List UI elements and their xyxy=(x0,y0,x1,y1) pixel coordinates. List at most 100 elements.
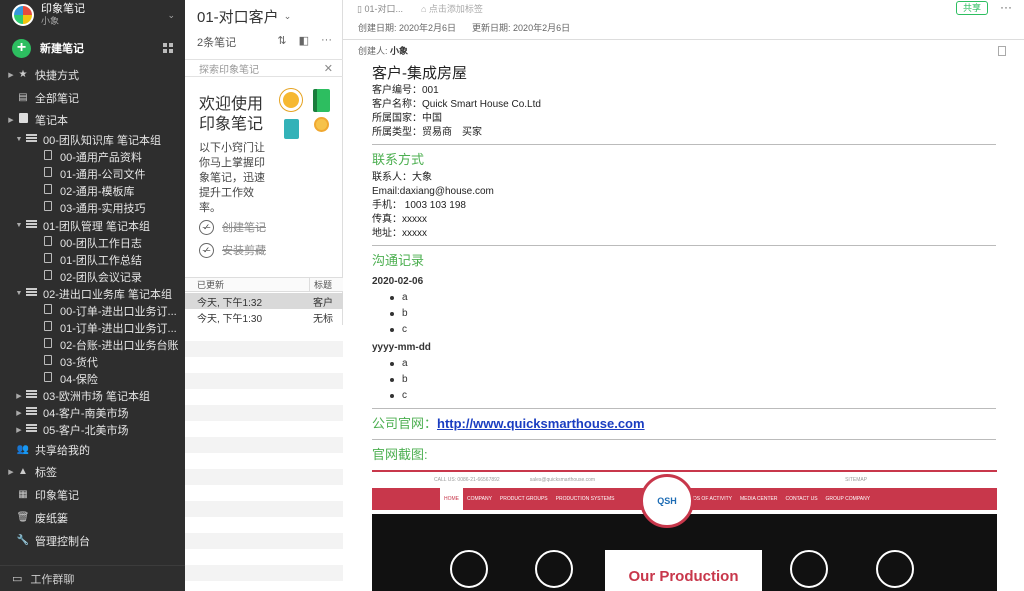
view-toggle-icon[interactable]: ◧ xyxy=(299,34,309,47)
sidebar-item-label: 04-客户-南美市场 xyxy=(43,407,129,420)
work-chat-label: 工作群聊 xyxy=(30,573,75,586)
task-create-note-label: 创建笔记 xyxy=(222,222,266,234)
col-title[interactable]: 标题 xyxy=(309,278,332,291)
list-item: a xyxy=(372,290,995,306)
sidebar-item-4[interactable]: 00-通用产品资料 xyxy=(0,148,185,165)
stack-icon xyxy=(24,220,38,231)
account-switcher[interactable]: 印象笔记 小象 ⌄ xyxy=(0,0,185,30)
note-dates: 创建日期: 2020年2月6日 更新日期: 2020年2月6日 xyxy=(343,16,1024,40)
hero-circle xyxy=(450,550,488,588)
sort-icon[interactable]: ⇅ xyxy=(277,34,286,47)
sidebar-item-0[interactable]: ▶ ★ 快捷方式 xyxy=(0,66,185,83)
task-install-clipper[interactable]: ✓ 安装剪藏 xyxy=(199,242,266,258)
notebook-selector[interactable]: ▯ 01-对口... xyxy=(357,2,403,15)
sidebar-item-6[interactable]: 02-通用-模板库 xyxy=(0,182,185,199)
notebook-icon xyxy=(313,89,330,112)
sidebar-item-7[interactable]: 03-通用-实用技巧 xyxy=(0,199,185,216)
col-updated[interactable]: 已更新 xyxy=(185,278,309,291)
table-row[interactable]: 今天, 下午1:30 无标 xyxy=(185,309,343,325)
trash-icon: 🗑 xyxy=(16,512,30,523)
sidebar-item-label: 00-通用产品资料 xyxy=(60,151,142,164)
website-link[interactable]: http://www.quicksmarthouse.com xyxy=(437,416,645,431)
sidebar-item-18[interactable]: ▶ 03-欧洲市场 笔记本组 xyxy=(0,387,185,404)
sidebar-item-16[interactable]: 03-货代 xyxy=(0,353,185,370)
stack-icon xyxy=(24,134,38,145)
site-nav-item: CONTACT US xyxy=(785,496,818,502)
note-body[interactable]: 客户-集成房屋 客户编号：001 客户名称：Quick Smart House C… xyxy=(343,64,996,466)
sidebar-item-label: 00-订单-进出口业务订... xyxy=(60,305,177,318)
sidebar-item-label: 共享给我的 xyxy=(35,444,90,457)
notebook-icon xyxy=(16,113,30,126)
sidebar-item-23[interactable]: ▦ 印象笔记 xyxy=(0,486,185,503)
sidebar-item-10[interactable]: 01-团队工作总结 xyxy=(0,251,185,268)
wrench-icon: 🔧 xyxy=(16,535,30,546)
site-nav-item: PRODUCT GROUPS xyxy=(499,496,548,502)
note-icon xyxy=(41,236,55,249)
task-create-note[interactable]: ✓ 创建笔记 xyxy=(199,219,266,235)
note-title[interactable]: 客户-集成房屋 xyxy=(372,64,995,84)
tag-icon: ▲ xyxy=(18,466,28,477)
sidebar-item-label: 03-欧洲市场 笔记本组 xyxy=(43,390,150,403)
expand-down-icon[interactable]: ▼ xyxy=(14,222,24,229)
expand-right-icon[interactable]: ▶ xyxy=(14,426,24,434)
add-tag[interactable]: ⌂ 点击添加标签 xyxy=(421,2,483,15)
note-icon xyxy=(41,201,55,214)
expand-right-icon[interactable]: ▶ xyxy=(14,392,24,400)
welcome-desc: 以下小窍门让你马上掌握印象笔记，迅速提升工作效率。 xyxy=(199,142,265,214)
expand-right-icon[interactable]: ▶ xyxy=(6,116,16,124)
work-chat-footer[interactable]: ▭ 工作群聊 xyxy=(0,565,185,591)
avatar xyxy=(12,4,34,26)
expand-down-icon[interactable]: ▼ xyxy=(14,136,24,143)
sidebar-item-19[interactable]: ▶ 04-客户-南美市场 xyxy=(0,404,185,421)
list-item: a xyxy=(372,356,995,372)
page-icon[interactable] xyxy=(998,46,1006,56)
sidebar-item-label: 印象笔记 xyxy=(35,489,79,502)
sidebar-item-17[interactable]: 04-保险 xyxy=(0,370,185,387)
expand-right-icon[interactable]: ▶ xyxy=(6,468,16,476)
author-label: 创建人: xyxy=(358,45,388,56)
sidebar-item-8[interactable]: ▼ 01-团队管理 笔记本组 xyxy=(0,217,185,234)
website-screenshot: CALL US: 0086-21-66567892 sales@quicksma… xyxy=(372,470,997,591)
list-item: c xyxy=(372,388,995,404)
expand-down-icon[interactable]: ▼ xyxy=(14,290,24,297)
sidebar-item-22[interactable]: ▶ ▲ 标签 xyxy=(0,463,185,480)
sidebar-item-20[interactable]: ▶ 05-客户-北美市场 xyxy=(0,421,185,438)
welcome-title: 欢迎使用印象笔记 xyxy=(199,96,264,133)
more-icon[interactable]: ··· xyxy=(1000,0,1012,14)
explore-banner: 探索印象笔记 ✕ xyxy=(185,59,343,77)
sidebar-item-14[interactable]: 01-订单-进出口业务订... xyxy=(0,319,185,336)
sidebar-item-11[interactable]: 02-团队会议记录 xyxy=(0,268,185,285)
sidebar-item-2[interactable]: ▶ 笔记本 xyxy=(0,111,185,128)
sidebar-item-21[interactable]: 👥 共享给我的 xyxy=(0,441,185,458)
row-updated: 今天, 下午1:32 xyxy=(197,297,263,309)
sidebar-item-1[interactable]: ▤ 全部笔记 xyxy=(0,89,185,106)
expand-right-icon[interactable]: ▶ xyxy=(14,409,24,417)
close-icon[interactable]: ✕ xyxy=(324,62,333,75)
note-icon xyxy=(41,253,55,266)
comm-date: 2020-02-06 xyxy=(372,276,424,287)
table-row[interactable]: 今天, 下午1:32 客户 xyxy=(185,293,343,309)
more-icon[interactable]: ··· xyxy=(321,34,332,47)
sidebar-item-9[interactable]: 00-团队工作日志 xyxy=(0,234,185,251)
share-button[interactable]: 共享 xyxy=(955,1,988,15)
grid-icon[interactable] xyxy=(163,43,173,53)
plus-icon: + xyxy=(12,38,31,58)
note-count: 2条笔记 xyxy=(197,37,237,49)
new-note-button[interactable]: + 新建笔记 xyxy=(0,34,185,62)
sidebar-item-12[interactable]: ▼ 02-进出口业务库 笔记本组 xyxy=(0,285,185,302)
hero-circle xyxy=(535,550,573,588)
sidebar-item-25[interactable]: 🔧 管理控制台 xyxy=(0,532,185,549)
site-nav-item: MEDIA CENTER xyxy=(739,496,778,502)
sidebar-item-5[interactable]: 01-通用-公司文件 xyxy=(0,165,185,182)
sidebar-item-24[interactable]: 🗑 废纸篓 xyxy=(0,509,185,526)
sidebar-item-15[interactable]: 02-台账-进出口业务台账 xyxy=(0,336,185,353)
sidebar-item-13[interactable]: 00-订单-进出口业务订... xyxy=(0,302,185,319)
sidebar-item-3[interactable]: ▼ 00-团队知识库 笔记本组 xyxy=(0,131,185,148)
note-list-panel: 01-对口客户 ⌄ 2条笔记 ⇅ ◧ ··· 探索印象笔记 ✕ 欢迎使用印象笔记… xyxy=(185,0,343,591)
notebook-title[interactable]: 01-对口客户 ⌄ xyxy=(185,0,342,32)
website-line: 公司官网：http://www.quicksmarthouse.com xyxy=(372,413,995,435)
author-name: 小象 xyxy=(390,45,409,56)
sidebar-item-label: 03-货代 xyxy=(60,356,98,369)
tag-icon: ⌂ xyxy=(420,3,429,14)
expand-right-icon[interactable]: ▶ xyxy=(6,71,16,79)
